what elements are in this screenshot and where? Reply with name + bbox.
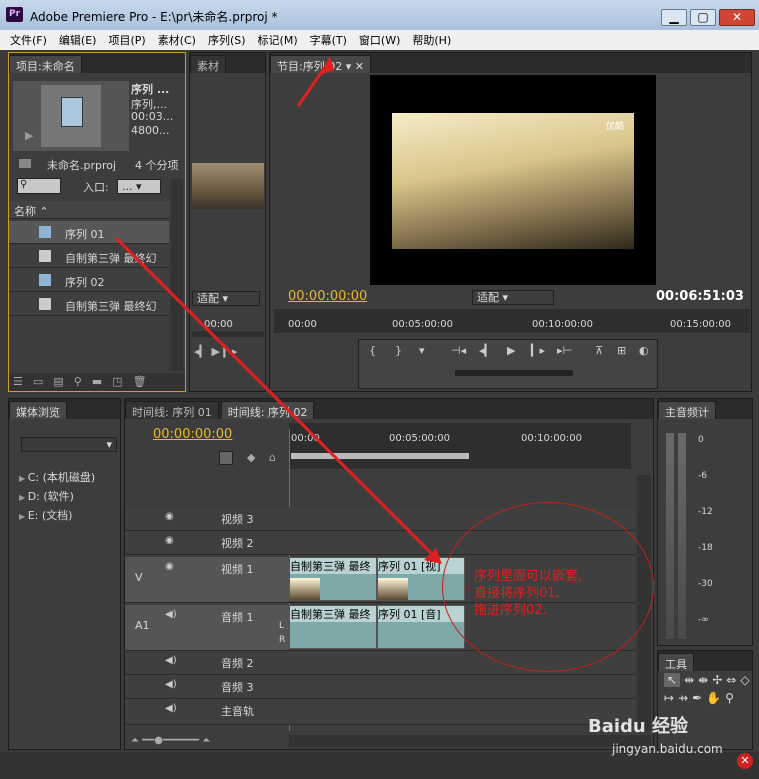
audio-meter-panel: 主音频计 0 -6 -12 -18 -30 -∞ [657, 398, 753, 646]
pen-tool-icon[interactable]: ✒ [692, 691, 702, 705]
arrow-drag-sequence [114, 236, 440, 562]
razor-tool-icon[interactable]: ◇ [740, 673, 749, 687]
meter-scale-label: -30 [698, 579, 713, 589]
tab-audio-meter[interactable]: 主音频计 [658, 401, 716, 419]
zoom-tool-icon[interactable]: ⚲ [725, 691, 734, 705]
baidu-watermark: Baidu 经验 [588, 716, 689, 737]
rate-stretch-tool-icon[interactable]: ⇔ [726, 673, 736, 687]
slide-tool-icon[interactable]: ⇸ [678, 691, 688, 705]
meter-scale-label: -∞ [698, 615, 709, 625]
track-select-tool-icon[interactable]: ⇹ [684, 673, 694, 687]
selection-tool-icon[interactable]: ↖ [664, 673, 681, 687]
ripple-edit-tool-icon[interactable]: ⇼ [698, 673, 708, 687]
tab-tools[interactable]: 工具 [658, 653, 694, 671]
baidu-url: jingyan.baidu.com [612, 742, 723, 756]
meter-scale-label: 0 [698, 435, 704, 445]
status-bar [0, 752, 759, 779]
meter-scale-label: -6 [698, 471, 707, 481]
slip-tool-icon[interactable]: ↦ [664, 691, 674, 705]
meter-bar-left [666, 433, 674, 639]
meter-bar-right [678, 433, 686, 639]
tools-grid: ↖ ⇹ ⇼ ✢ ⇔ ◇ ↦ ⇸ ✒ ✋ ⚲ [664, 673, 750, 705]
hand-tool-icon[interactable]: ✋ [706, 691, 721, 705]
meter-scale-label: -12 [698, 507, 713, 517]
rolling-edit-tool-icon[interactable]: ✢ [712, 673, 722, 687]
meter-scale-label: -18 [698, 543, 713, 553]
error-icon[interactable]: ✕ [737, 753, 753, 769]
annotation-arrows [114, 56, 442, 564]
arrowhead [320, 56, 334, 75]
